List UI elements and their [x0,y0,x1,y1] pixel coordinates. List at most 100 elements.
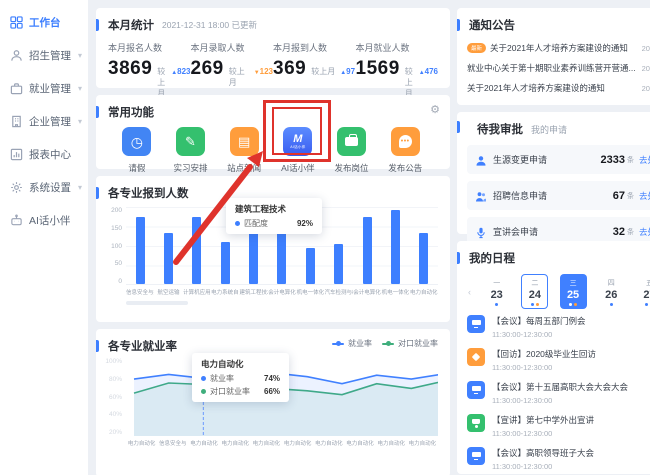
bar-电力自动化[interactable] [410,207,438,284]
stat-checkin: 本月报到人数 369 较上月 ▲97 [273,41,356,99]
approval-row-recruit-info[interactable]: 招聘信息申请 67 条 去处理 ▸ [467,181,650,210]
date-cell-23[interactable]: 一23 [483,274,510,309]
microphone-icon [475,226,487,238]
schedule-item[interactable]: 【会议】第十五届高职大会大会大会11:30:00-12:30:00详情 [467,381,650,405]
bar-汽车检测与维修[interactable] [325,207,353,284]
common-functions-card: 常用功能 ⚙ ◷ 请假 ✎ 实习安排 ▤ 站点新闻 M [96,95,450,169]
go-handle-link[interactable]: 去处理 ▸ [639,226,650,238]
function-post-notice[interactable]: ••• 发布公告 [378,127,432,174]
schedule-item-title: 【会议】高职领导班子大会 [492,447,650,459]
ai-buddy-logo-icon: M AI话小伴 [283,127,312,156]
tooltip-metric: 匹配度 [244,218,268,229]
schedule-item-time: 11:30:00-12:30:00 [492,396,650,405]
functions-title: 常用功能 [108,104,154,120]
function-leave[interactable]: ◷ 请假 [110,127,164,174]
bar [136,217,145,284]
notice-title: 就业中心关于第十期职业素养训练营开营通... [467,62,636,74]
function-internship[interactable]: ✎ 实习安排 [164,127,218,174]
sidebar-item-employment[interactable]: 就业管理 ▾ [0,72,88,105]
bar-计算机应用[interactable] [183,207,211,284]
date-cell-27[interactable]: 五27 [636,274,650,309]
legend-marker [332,343,344,345]
function-post-job[interactable]: 发布岗位 [325,127,379,174]
tab-pending-approvals[interactable]: 待我审批 [477,121,523,137]
chevron-down-icon: ▾ [78,84,82,93]
series-dot [201,376,206,381]
date-cell-26[interactable]: 四26 [598,274,625,309]
employment-line-chart-card: 各专业就业率 就业率 对口就业率 100%80%60%40%20% 电力自动化信… [96,329,450,475]
stat-value: 369 [273,58,306,80]
schedule-date-strip: ‹ 一23二24三25四26五27› [467,274,650,309]
x-tick-label: 汽车检测与维修 [325,288,353,296]
date-cell-25[interactable]: 三25 [560,274,587,309]
sidebar-item-label: AI话小伴 [29,213,70,228]
stats-row: 本月报名人数 3869 较上月 ▲823 本月录取人数 269 较上月 ▼123 [108,41,438,99]
function-ai-buddy[interactable]: M AI话小伴 AI话小伴 [271,127,325,174]
tooltip-title: 电力自动化 [201,358,280,370]
go-handle-link[interactable]: 去处理 ▸ [639,190,650,202]
x-tick-label: 电力自动化 [376,439,407,447]
notice-item[interactable]: 就业中心关于第十期职业素养训练营开营通... 2021.12.09 [467,62,650,74]
chart-scrollbar[interactable] [126,301,188,305]
schedule-item[interactable]: 【会议】每周五部门例会11:30:00-12:30:00详情 [467,315,650,339]
notice-title: 关于2021年人才培养方案建设的通知 [490,42,636,54]
visit-icon [467,348,485,366]
stats-updated-time: 2021-12-31 18:00 已更新 [162,19,257,31]
sidebar-item-enrollment[interactable]: 招生管理 ▾ [0,39,88,72]
schedule-item[interactable]: 【回访】2020级毕业生回访11:30:00-12:30:00详情 [467,348,650,372]
app-root: 工作台 招生管理 ▾ 就业管理 ▾ 企业管理 ▾ 报 [0,0,650,475]
prev-arrow-icon[interactable]: ‹ [467,287,472,297]
sidebar-item-enterprise[interactable]: 企业管理 ▾ [0,105,88,138]
x-tick-label: 机电一体化 [296,288,324,296]
robot-icon [10,214,23,227]
section-accent-bar [96,187,99,199]
line-chart-legend: 就业率 对口就业率 [332,338,438,349]
stat-admitted: 本月录取人数 269 较上月 ▼123 [191,41,274,99]
notice-item[interactable]: 关于2021年人才培养方案建设的通知 2021.12.08 [467,82,650,94]
notice-item[interactable]: 最新 关于2021年人才培养方案建设的通知 2021.12.20 [467,42,650,54]
legend-matched-rate[interactable]: 对口就业率 [382,338,438,349]
settings-gear-icon[interactable]: ⚙ [430,103,440,116]
bar-chart-title: 各专业报到人数 [108,185,189,201]
line-chart-xlabels: 电力自动化信息安全与电力自动化电力自动化电力自动化电力自动化电力自动化电力自动化… [126,439,438,447]
tooltip-metric: 对口就业率 [210,386,250,397]
stat-compare-label: 较上月 [229,66,249,88]
schedule-item-title: 【回访】2020级毕业生回访 [492,348,650,360]
sidebar-item-label: 系统设置 [29,180,71,195]
bar-信息安全与技术[interactable] [126,207,154,284]
y-tick-label: 40% [109,411,122,418]
schedule-item[interactable]: 【宣讲】第七中学外出宣讲11:30:00-12:30:00详情 [467,414,650,438]
section-accent-bar [457,121,460,133]
date-cell-24[interactable]: 二24 [521,274,548,309]
section-accent-bar [96,106,99,118]
x-tick-label: 电力系统自动化 [211,288,239,296]
briefcase-icon [337,127,366,156]
function-site-news[interactable]: ▤ 站点新闻 [217,127,271,174]
user-icon [10,49,23,62]
bar-chart-xlabels: 信息安全与技术航空运输计算机应用电力系统自动化建筑工程技术会计电算化机电一体化汽… [126,288,438,296]
schedule-title: 我的日程 [469,250,515,266]
legend-marker [382,343,394,345]
sidebar-item-label: 招生管理 [29,48,71,63]
sidebar-item-settings[interactable]: 系统设置 ▾ [0,171,88,204]
legend-employment-rate[interactable]: 就业率 [332,338,372,349]
dashboard-icon [10,16,23,29]
sidebar-item-ai-buddy[interactable]: AI话小伴 [0,204,88,237]
bar-航空运输[interactable] [154,207,182,284]
stat-label: 本月报名人数 [108,41,191,54]
tooltip-value: 92% [287,219,313,228]
approval-row-source-change[interactable]: 生源变更申请 2333 条 去处理 ▸ [467,145,650,174]
x-tick-label: 电力自动化 [220,439,251,447]
sidebar-item-reports[interactable]: 报表中心 [0,138,88,171]
schedule-item[interactable]: 【会议】高职领导班子大会11:30:00-12:30:00详情 [467,447,650,471]
x-tick-label: 电力自动化 [313,439,344,447]
bar-机电一体化[interactable] [381,207,409,284]
sidebar-item-label: 报表中心 [29,147,71,162]
chevron-down-icon: ▾ [78,183,82,192]
schedule-item-time: 11:30:00-12:30:00 [492,462,650,471]
tab-my-applications[interactable]: 我的申请 [531,123,567,136]
bar-会计电算化[interactable] [353,207,381,284]
go-handle-link[interactable]: 去处理 ▸ [639,154,650,166]
sidebar-item-workbench[interactable]: 工作台 [0,6,88,39]
stat-delta: ▼123 [254,67,273,76]
